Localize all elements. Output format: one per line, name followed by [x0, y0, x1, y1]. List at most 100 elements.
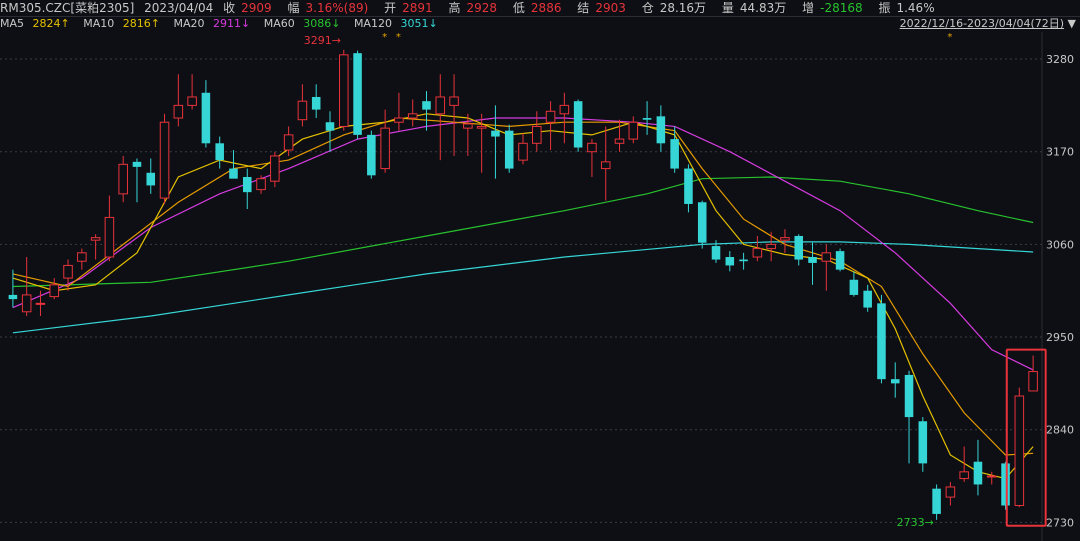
- candle: [932, 484, 941, 520]
- y-tick-label: 2950: [1046, 331, 1074, 344]
- open-field: 开 2891: [384, 1, 433, 15]
- candle-body: [780, 237, 790, 241]
- candle-body: [573, 101, 583, 148]
- candle-body: [1001, 463, 1010, 506]
- candle: [628, 116, 639, 144]
- candle-body: [600, 161, 611, 170]
- candle-body: [297, 100, 308, 121]
- candle-body: [90, 237, 101, 241]
- candle: [104, 195, 115, 262]
- candle: [959, 446, 969, 482]
- candle: [118, 155, 128, 203]
- candle: [311, 84, 321, 119]
- candle-body: [711, 246, 721, 260]
- candle-body: [973, 461, 983, 485]
- candle: [201, 80, 211, 148]
- candle-body: [986, 475, 997, 478]
- candle: [435, 74, 446, 161]
- candle: [215, 136, 224, 169]
- candle-body: [877, 303, 886, 380]
- candle: [407, 99, 418, 127]
- candle-body: [670, 139, 679, 169]
- settle-field: 结 2903: [577, 1, 626, 15]
- candle-body: [270, 155, 280, 182]
- date-range-selector[interactable]: 2022/12/16-2023/04/04(72日) ▼: [900, 16, 1076, 32]
- candle-body: [449, 96, 459, 106]
- candle-body: [890, 379, 900, 384]
- candle-body: [49, 284, 60, 298]
- candle: [587, 139, 597, 177]
- candle-body: [587, 142, 597, 153]
- star-marker: *: [947, 32, 952, 43]
- candles: [8, 49, 1038, 520]
- candle-body: [656, 116, 666, 144]
- candle-body: [684, 168, 693, 204]
- candle: [780, 229, 790, 253]
- candle-body: [463, 123, 473, 129]
- candle-body: [8, 294, 18, 300]
- candle: [945, 481, 956, 506]
- candle: [890, 362, 900, 398]
- candle: [463, 113, 473, 156]
- candle: [380, 109, 390, 173]
- candle-body: [739, 259, 748, 262]
- candle: [518, 133, 528, 165]
- candle: [766, 231, 776, 262]
- low-marker-label: 2733→: [897, 516, 934, 529]
- candlestick-chart[interactable]: 2730 2840 2950 3060 3170 3280 3291→ 2733→ * * *: [0, 32, 1080, 541]
- candle: [600, 126, 611, 201]
- candle-body: [945, 486, 956, 498]
- candle: [90, 234, 101, 260]
- candle-body: [1014, 395, 1025, 507]
- candle-body: [849, 279, 859, 295]
- candle-body: [35, 302, 46, 305]
- annotations: 3291→ 2733→ * * *: [304, 32, 1047, 529]
- candle: [656, 105, 666, 152]
- ma120-legend: MA120 3051↓: [353, 17, 438, 30]
- candle: [297, 84, 308, 127]
- candle: [1028, 355, 1038, 392]
- candle: [132, 158, 142, 203]
- candle: [146, 158, 156, 194]
- candle: [739, 252, 748, 270]
- candle-body: [904, 374, 914, 418]
- candle: [849, 271, 859, 297]
- chevron-down-icon[interactable]: ▼: [1068, 17, 1076, 30]
- candle-body: [821, 252, 832, 262]
- candle-body: [146, 172, 156, 186]
- volume-field: 量 44.83万: [721, 1, 787, 15]
- candle: [270, 151, 280, 188]
- candle: [863, 284, 872, 312]
- candle: [918, 417, 928, 472]
- candle: [1014, 387, 1025, 508]
- candle-body: [380, 127, 390, 170]
- candle-body: [545, 110, 556, 123]
- candle: [545, 101, 556, 151]
- candle: [904, 370, 914, 464]
- high-field: 高 2928: [448, 1, 498, 15]
- candle-body: [104, 216, 115, 258]
- candle: [394, 92, 404, 131]
- y-tick-label: 3280: [1046, 53, 1074, 66]
- candle-body: [959, 471, 969, 480]
- candle-body: [435, 96, 446, 115]
- candle-body: [338, 54, 349, 127]
- candle-body: [407, 113, 418, 119]
- quote-header: RM305.CZC[菜粕2305] 2023/04/04 收 2909 幅 3.16…: [0, 0, 1080, 16]
- candle-body: [504, 130, 514, 169]
- y-tick-label: 2840: [1046, 424, 1074, 437]
- candle-body: [476, 125, 487, 129]
- candle: [173, 74, 184, 127]
- candle: [877, 294, 886, 384]
- candle: [821, 244, 832, 291]
- candle-body: [491, 130, 500, 137]
- candle-body: [21, 294, 32, 313]
- ma20-legend: MA20 2911↓: [173, 17, 251, 30]
- candle-body: [614, 138, 625, 144]
- candle-body: [766, 243, 776, 250]
- date-range-text: 2022/12/16-2023/04/04(72日): [899, 17, 1065, 30]
- candle-body: [63, 264, 73, 279]
- candle-body: [835, 251, 845, 270]
- ma10-legend: MA10 2816↑: [83, 17, 160, 30]
- candle: [49, 278, 60, 300]
